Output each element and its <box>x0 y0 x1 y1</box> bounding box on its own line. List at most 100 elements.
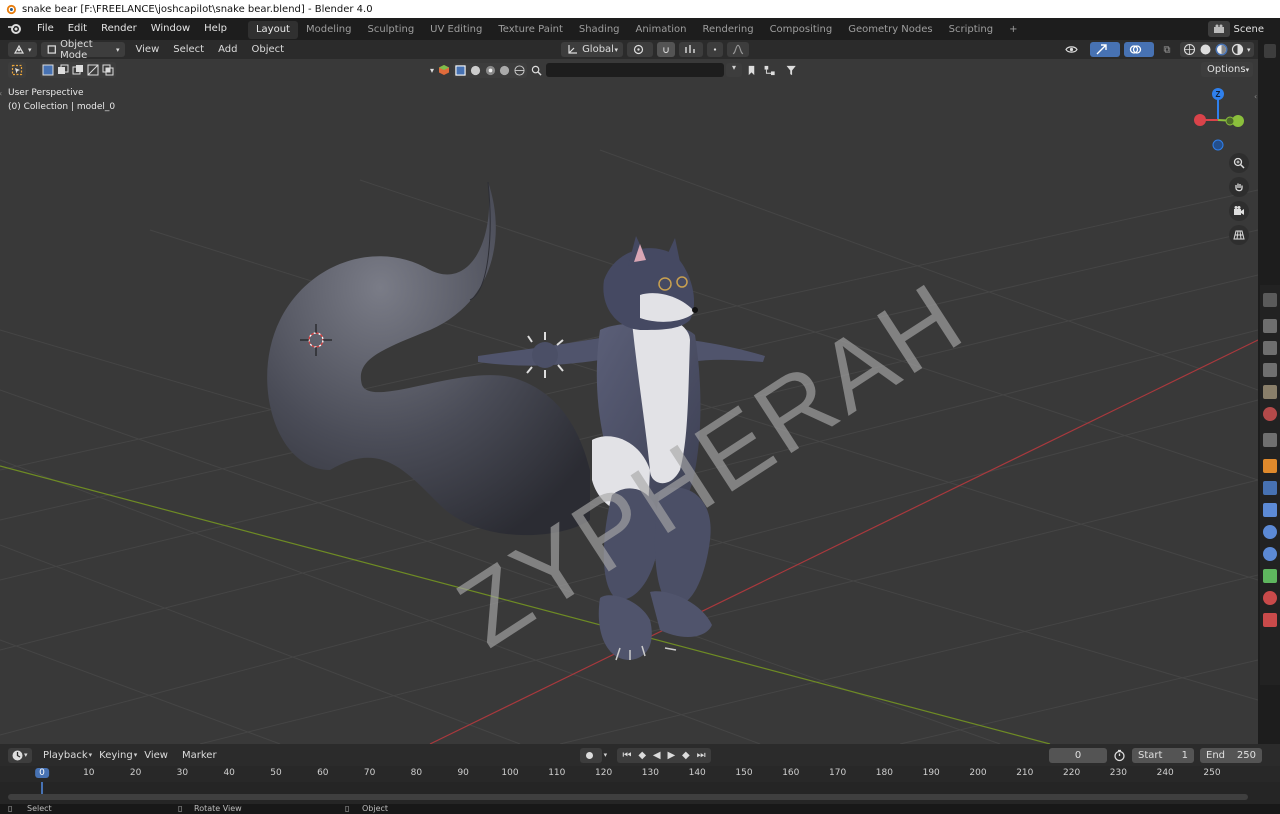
select-tool-button[interactable] <box>8 62 26 78</box>
viewport-menu-view[interactable]: View <box>129 44 167 55</box>
tab-rendering[interactable]: Rendering <box>694 21 761 39</box>
hierarchy-icon[interactable] <box>763 65 779 76</box>
xray-toggle[interactable] <box>1158 42 1176 57</box>
tab-scripting[interactable]: Scripting <box>941 21 1001 39</box>
rendered-shading-icon[interactable] <box>1231 43 1244 56</box>
zoom-button[interactable] <box>1229 153 1249 173</box>
invert-selection-icon[interactable] <box>87 64 99 76</box>
orientation-selector[interactable]: Global ▾ <box>561 42 624 57</box>
scene-icon[interactable] <box>1207 21 1230 37</box>
object-tab-icon[interactable] <box>1263 459 1277 473</box>
proportional-falloff-selector[interactable] <box>727 42 750 57</box>
constraints-tab-icon[interactable] <box>1263 547 1277 561</box>
menu-file[interactable]: File <box>30 18 61 40</box>
mesh-filter-icon[interactable] <box>470 65 481 76</box>
physics-tab-icon[interactable] <box>1263 525 1277 539</box>
options-dropdown[interactable]: Options ▾ <box>1201 62 1253 77</box>
menu-help[interactable]: Help <box>197 18 234 40</box>
stopwatch-icon[interactable] <box>1113 749 1126 762</box>
playhead-line[interactable] <box>41 782 43 794</box>
viewport-menu-add[interactable]: Add <box>211 44 244 55</box>
scene-selector[interactable]: Scene <box>1207 18 1280 40</box>
mode-selector[interactable]: Object Mode ▾ <box>40 39 125 61</box>
timeline-menu-marker[interactable]: Marker <box>175 750 224 761</box>
render-tab-icon[interactable] <box>1263 319 1277 333</box>
timeline-menu-view[interactable]: View <box>137 750 175 761</box>
prev-keyframe-icon[interactable]: ◆ <box>638 750 646 761</box>
material-tab-icon[interactable] <box>1263 591 1277 605</box>
add-workspace-button[interactable]: + <box>1001 21 1025 39</box>
filter-dropdown-icon[interactable]: ▾ <box>430 66 434 75</box>
end-frame-field[interactable]: End 250 <box>1200 747 1262 763</box>
play-reverse-icon[interactable]: ◀ <box>653 750 661 761</box>
subtract-selection-icon[interactable] <box>72 64 84 76</box>
modifier-tab-icon[interactable] <box>1263 481 1277 495</box>
visibility-selector[interactable] <box>1060 42 1086 57</box>
extend-selection-icon[interactable] <box>57 64 69 76</box>
menu-render[interactable]: Render <box>94 18 144 40</box>
gizmo-toggle[interactable] <box>1090 42 1120 57</box>
scene-tab-icon[interactable] <box>1263 385 1277 399</box>
view-layer-tab-icon[interactable] <box>1263 363 1277 377</box>
texture-tab-icon[interactable] <box>1263 613 1277 627</box>
data-tab-icon[interactable] <box>1263 569 1277 583</box>
object-filter-icon[interactable] <box>455 64 466 76</box>
output-tab-icon[interactable] <box>1263 341 1277 355</box>
solid-shading-icon[interactable] <box>1199 43 1212 56</box>
timeline-ruler[interactable]: 0 10 20 30 40 50 60 70 80 90 100 110 120 130 140 150 160… <box>0 766 1280 782</box>
navigation-gizmo[interactable]: Z <box>1190 84 1250 154</box>
timeline-editor-type-button[interactable]: ▾ <box>8 747 32 763</box>
tab-uv-editing[interactable]: UV Editing <box>422 21 490 39</box>
snap-target-selector[interactable] <box>679 42 704 57</box>
menu-edit[interactable]: Edit <box>61 18 94 40</box>
timeline-menu-keying[interactable]: Keying <box>92 750 140 761</box>
light-filter-icon[interactable] <box>499 65 510 76</box>
tab-texture-paint[interactable]: Texture Paint <box>490 21 571 39</box>
tab-compositing[interactable]: Compositing <box>762 21 841 39</box>
tab-layout[interactable]: Layout <box>247 21 298 39</box>
search-input[interactable] <box>546 63 725 77</box>
toolbar-collapse-icon[interactable]: ‹ <box>0 89 5 99</box>
filter-funnel-icon[interactable] <box>785 65 801 76</box>
sidebar-collapse-icon[interactable]: ‹ <box>1254 92 1257 101</box>
start-frame-field[interactable]: Start 1 <box>1132 747 1194 763</box>
collection-tab-icon[interactable] <box>1263 433 1277 447</box>
auto-keying-toggle[interactable] <box>579 747 602 763</box>
search-options-icon[interactable]: ▾ <box>726 63 743 77</box>
tab-modeling[interactable]: Modeling <box>298 21 360 39</box>
3d-viewport[interactable]: ZYPHERAH ‹ <box>0 59 1258 744</box>
camera-view-button[interactable] <box>1229 201 1249 221</box>
jump-end-icon[interactable]: ⏭ <box>697 750 706 761</box>
intersect-selection-icon[interactable] <box>102 64 114 76</box>
menu-window[interactable]: Window <box>144 18 197 40</box>
perspective-toggle-button[interactable] <box>1229 225 1249 245</box>
bookmark-icon[interactable] <box>746 65 757 76</box>
viewport-menu-object[interactable]: Object <box>244 44 291 55</box>
wireframe-shading-icon[interactable] <box>1183 43 1196 56</box>
timeline-scrollbar[interactable] <box>8 794 1248 800</box>
current-frame-field[interactable]: 0 <box>1049 747 1107 763</box>
tool-tab-icon[interactable] <box>1263 293 1277 307</box>
current-frame-marker[interactable]: 0 <box>35 768 49 778</box>
tab-shading[interactable]: Shading <box>571 21 628 39</box>
tab-geometry-nodes[interactable]: Geometry Nodes <box>840 21 940 39</box>
display-filter-group[interactable] <box>453 62 528 78</box>
pivot-selector[interactable] <box>627 42 654 57</box>
timeline-menu-playback[interactable]: Playback <box>36 750 95 761</box>
viewport-canvas[interactable]: ZYPHERAH <box>0 59 1258 744</box>
editor-type-button[interactable]: ▾ <box>8 42 37 57</box>
tab-animation[interactable]: Animation <box>628 21 695 39</box>
timeline-track-area[interactable] <box>0 782 1280 804</box>
outliner-editor-icon[interactable] <box>1264 44 1276 58</box>
tab-sculpting[interactable]: Sculpting <box>359 21 422 39</box>
play-icon[interactable]: ▶ <box>667 750 675 761</box>
material-filter-icon[interactable] <box>485 65 496 76</box>
set-new-selection-icon[interactable] <box>42 64 54 76</box>
world-tab-icon[interactable] <box>1263 407 1277 421</box>
world-filter-icon[interactable] <box>514 64 525 76</box>
jump-start-icon[interactable]: ⏮ <box>623 750 632 761</box>
overlays-toggle[interactable] <box>1124 42 1154 57</box>
particles-tab-icon[interactable] <box>1263 503 1277 517</box>
viewport-menu-select[interactable]: Select <box>166 44 211 55</box>
shading-mode-group[interactable]: ▾ <box>1180 42 1254 57</box>
